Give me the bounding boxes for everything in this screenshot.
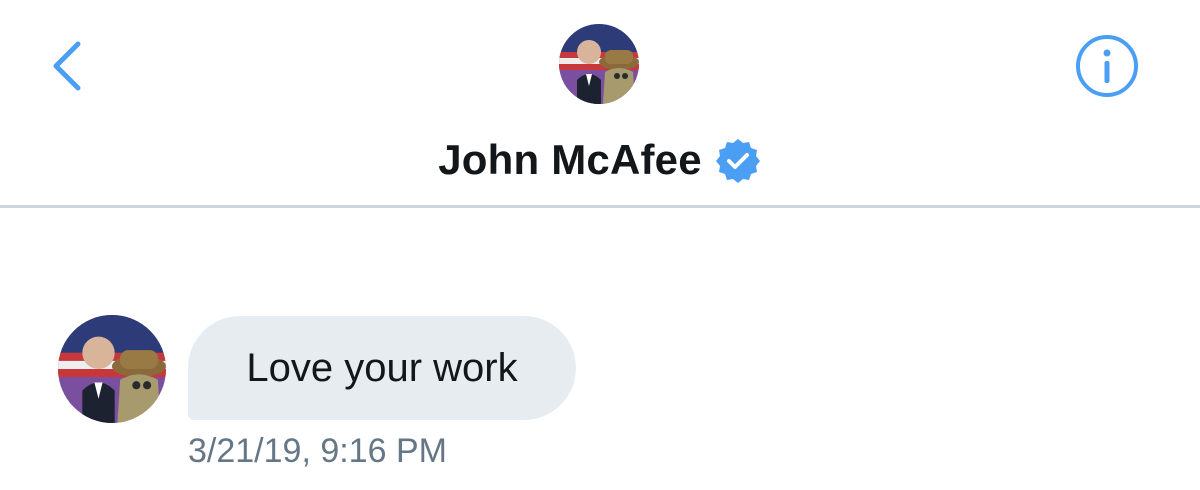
contact-avatar[interactable] [559, 24, 639, 104]
back-button[interactable] [40, 36, 96, 96]
chevron-left-icon [53, 41, 81, 91]
verified-badge-icon [715, 139, 760, 183]
message-bubble[interactable]: Love your work [188, 316, 576, 420]
message-sender-avatar[interactable] [58, 315, 166, 423]
message-text: Love your work [246, 345, 518, 390]
contact-name[interactable]: John McAfee [438, 136, 702, 184]
info-button[interactable] [1074, 33, 1140, 99]
title-row: John McAfee [0, 130, 1200, 190]
header-divider [0, 205, 1200, 208]
conversation-header: John McAfee [0, 0, 1200, 206]
info-icon [1076, 35, 1138, 97]
message-timestamp: 3/21/19, 9:16 PM [188, 432, 447, 470]
